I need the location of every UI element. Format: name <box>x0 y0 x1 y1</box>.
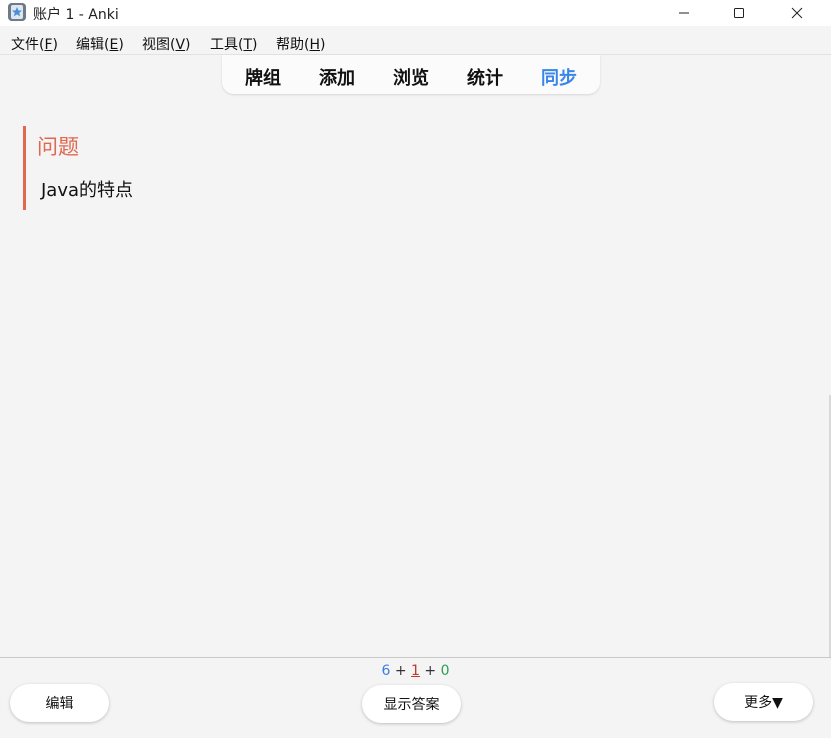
minimize-icon <box>679 12 689 14</box>
bottom-divider <box>0 657 831 658</box>
close-button[interactable] <box>768 0 826 26</box>
tab-sync[interactable]: 同步 <box>541 64 577 90</box>
card-accent-bar <box>23 126 26 210</box>
close-icon <box>791 7 803 19</box>
main-toolbar: 牌组 添加 浏览 统计 同步 <box>222 55 600 94</box>
card-heading: 问题 <box>37 135 79 159</box>
menu-tools[interactable]: 工具(T) <box>210 34 258 54</box>
minimize-button[interactable] <box>655 0 713 26</box>
count-separator: + <box>394 663 407 679</box>
show-answer-button[interactable]: 显示答案 <box>362 685 461 723</box>
more-button[interactable]: 更多▼ <box>714 683 813 721</box>
maximize-button[interactable] <box>710 0 768 26</box>
count-new: 6 <box>381 663 391 679</box>
tab-stats[interactable]: 统计 <box>467 64 503 90</box>
menu-help[interactable]: 帮助(H) <box>276 34 325 54</box>
menu-file[interactable]: 文件(F) <box>11 34 58 54</box>
count-separator: + <box>424 663 437 679</box>
menu-bar: 文件(F) 编辑(E) 视图(V) 工具(T) 帮助(H) <box>0 30 831 55</box>
tab-add[interactable]: 添加 <box>319 64 355 90</box>
due-counts: 6 + 1 + 0 <box>0 663 831 679</box>
window-title: 账户 1 - Anki <box>33 7 119 23</box>
count-review: 0 <box>440 663 450 679</box>
edit-button[interactable]: 编辑 <box>10 684 109 722</box>
title-bar: 账户 1 - Anki <box>0 0 831 26</box>
card-question: Java的特点 <box>41 180 134 201</box>
menu-view[interactable]: 视图(V) <box>142 34 191 54</box>
tab-decks[interactable]: 牌组 <box>245 64 281 90</box>
maximize-icon <box>734 8 744 18</box>
anki-app-icon <box>8 3 26 21</box>
count-learning: 1 <box>411 663 420 679</box>
tab-browse[interactable]: 浏览 <box>393 64 429 90</box>
menu-edit[interactable]: 编辑(E) <box>76 34 124 54</box>
